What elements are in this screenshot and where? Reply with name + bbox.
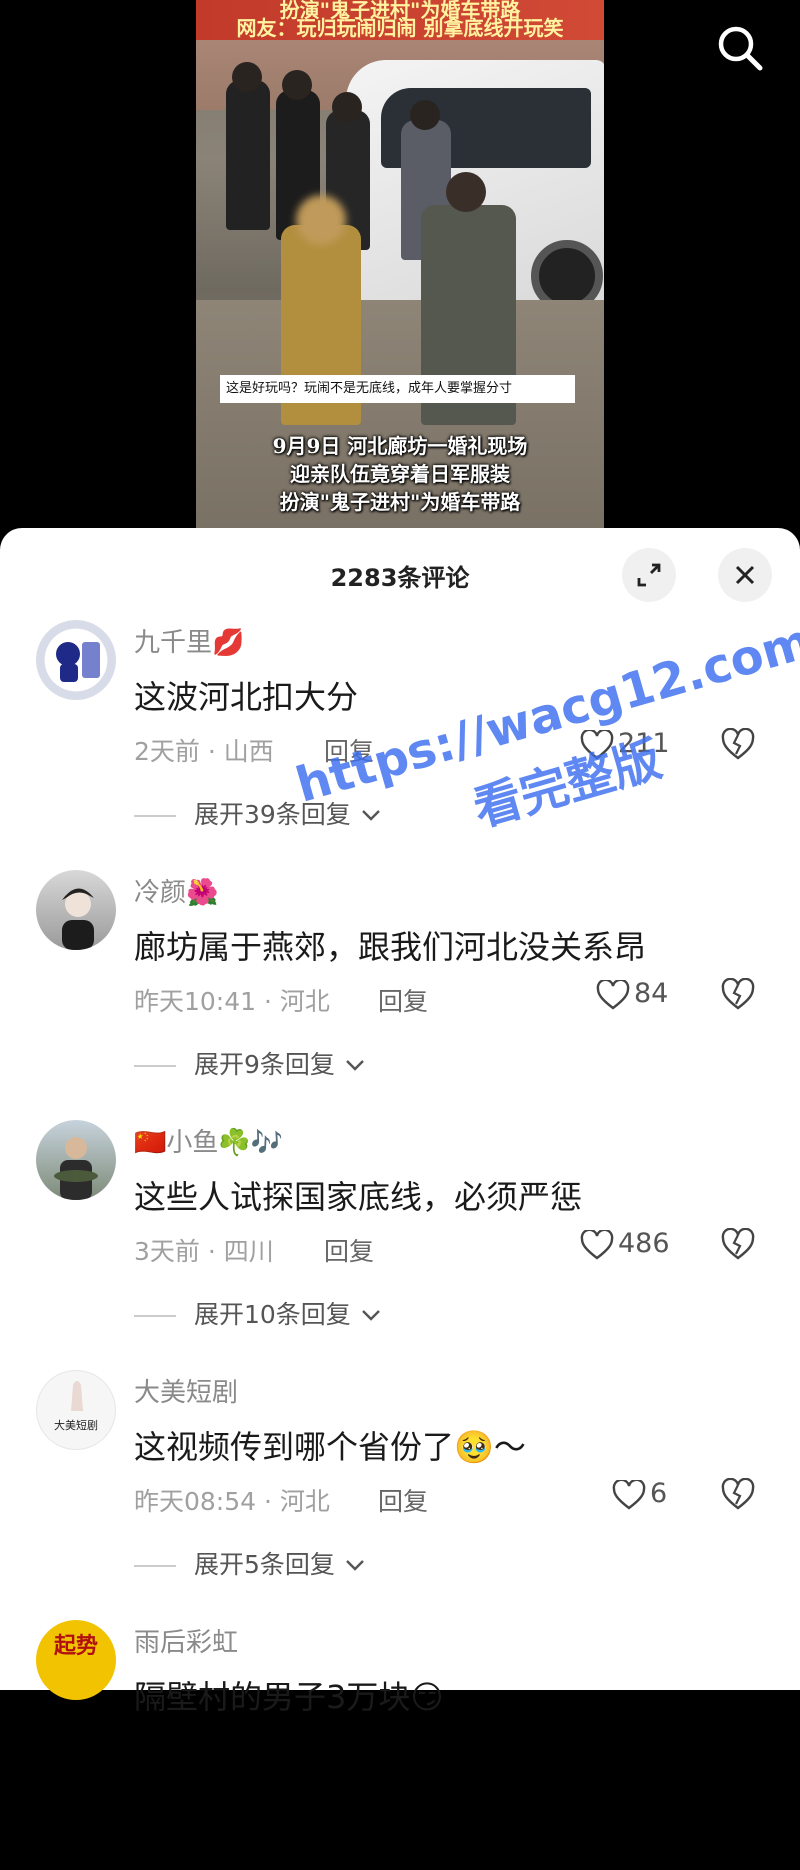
- comment-item: 大美短剧 大美短剧 这视频传到哪个省份了🥹～ 昨天08:54 · 河北 回复 6…: [0, 1370, 800, 1620]
- reply-button[interactable]: 回复: [378, 982, 428, 1018]
- comment-meta: 2天前 · 山西: [134, 737, 274, 766]
- cameraman-head: [446, 172, 486, 212]
- heart-icon: [612, 1478, 646, 1510]
- expand-replies-label: 展开10条回复: [194, 1300, 351, 1329]
- video-subtitle: 这是好玩吗？玩闹不是无底线，成年人要掌握分寸: [220, 375, 575, 403]
- heart-icon: [580, 1228, 614, 1260]
- expand-replies[interactable]: 展开10条回复: [134, 1295, 383, 1331]
- expand-icon: [637, 563, 661, 587]
- avatar-image: [56, 642, 100, 682]
- like-button[interactable]: 84: [596, 978, 668, 1010]
- comment-meta: 昨天08:54 · 河北: [134, 1487, 330, 1516]
- expand-button[interactable]: [622, 548, 676, 602]
- like-count: 486: [618, 1228, 670, 1259]
- bystander: [226, 80, 270, 230]
- avatar-label: 大美短剧: [54, 1419, 98, 1432]
- broken-heart-icon: [721, 1227, 755, 1260]
- comment-text: 廊坊属于燕郊，跟我们河北没关系昂: [134, 928, 647, 966]
- commenter-name[interactable]: 🇨🇳小鱼☘️🎶: [134, 1122, 283, 1159]
- video-caption-1: 9月9日 河北廊坊一婚礼现场: [272, 434, 528, 458]
- chevron-down-icon: [361, 1310, 380, 1321]
- video-top-caption-2: 网友：玩归玩闹归闹 别拿底线开玩笑: [236, 16, 564, 40]
- comment-text: 这些人试探国家底线，必须严惩: [134, 1178, 583, 1216]
- broken-heart-icon: [721, 1477, 755, 1510]
- expand-replies-label: 展开5条回复: [194, 1550, 335, 1579]
- close-icon: [735, 565, 755, 585]
- divider-dash: [134, 1315, 176, 1317]
- expand-replies[interactable]: 展开9条回复: [134, 1045, 367, 1081]
- chevron-down-icon: [346, 1060, 364, 1071]
- avatar[interactable]: 大美短剧: [36, 1370, 116, 1450]
- search-button[interactable]: [712, 20, 768, 76]
- avatar-image: [62, 888, 94, 950]
- video-player[interactable]: 扮演"鬼子进村"为婚车带路 网友：玩归玩闹归闹 别拿底线开玩笑 这是好玩吗？玩闹…: [0, 0, 800, 540]
- avatar-image: [71, 1381, 83, 1411]
- bystander-head: [232, 62, 262, 92]
- comment-meta: 昨天10:41 · 河北: [134, 987, 330, 1016]
- avatar[interactable]: 起势: [36, 1620, 116, 1700]
- close-button[interactable]: [718, 548, 772, 602]
- avatar[interactable]: [36, 1120, 116, 1200]
- avatar[interactable]: [36, 870, 116, 950]
- avatar-image: [54, 1137, 98, 1200]
- comment-text: 隔壁村的男子3万块😏: [134, 1678, 444, 1716]
- comment-item: 冷颜🌺 廊坊属于燕郊，跟我们河北没关系昂 昨天10:41 · 河北 回复 84 …: [0, 870, 800, 1120]
- comment-item: 起势 雨后彩虹 隔壁村的男子3万块😏: [0, 1620, 800, 1870]
- commenter-name[interactable]: 九千里💋: [134, 622, 244, 659]
- commenter-name[interactable]: 雨后彩虹: [134, 1622, 238, 1659]
- dislike-button[interactable]: [720, 1477, 756, 1514]
- video-caption-2: 迎亲队伍竟穿着日军服装: [290, 462, 510, 486]
- bystander-head: [332, 92, 362, 122]
- chevron-down-icon: [346, 1560, 364, 1571]
- broken-heart-icon: [721, 977, 755, 1010]
- comment-text: 这波河北扣大分: [134, 678, 359, 716]
- avatar-label: 起势: [53, 1633, 98, 1659]
- reply-button[interactable]: 回复: [324, 1232, 374, 1268]
- divider-dash: [134, 1565, 176, 1567]
- dislike-button[interactable]: [720, 977, 756, 1014]
- blurred-head: [296, 195, 346, 245]
- bystander-head: [282, 70, 312, 100]
- expand-replies[interactable]: 展开5条回复: [134, 1545, 367, 1581]
- search-icon: [718, 26, 763, 71]
- avatar[interactable]: [36, 620, 116, 700]
- like-count: 84: [634, 978, 669, 1009]
- comment-item: 🇨🇳小鱼☘️🎶 这些人试探国家底线，必须严惩 3天前 · 四川 回复 486 展…: [0, 1120, 800, 1370]
- heart-icon: [596, 978, 630, 1010]
- comment-text: 这视频传到哪个省份了🥹～: [134, 1428, 526, 1466]
- like-button[interactable]: 6: [612, 1478, 667, 1510]
- commenter-name[interactable]: 大美短剧: [134, 1372, 238, 1409]
- divider-dash: [134, 815, 176, 817]
- bystander-head: [410, 100, 440, 130]
- commenter-name[interactable]: 冷颜🌺: [134, 872, 218, 909]
- comment-meta: 3天前 · 四川: [134, 1237, 274, 1266]
- dislike-button[interactable]: [720, 1227, 756, 1264]
- like-button[interactable]: 486: [580, 1228, 670, 1260]
- reply-button[interactable]: 回复: [378, 1482, 428, 1518]
- video-frame[interactable]: 扮演"鬼子进村"为婚车带路 网友：玩归玩闹归闹 别拿底线开玩笑 这是好玩吗？玩闹…: [196, 0, 604, 528]
- divider-dash: [134, 1065, 176, 1067]
- comments-count-title: 2283条评论: [330, 564, 470, 592]
- video-caption-3: 扮演"鬼子进村"为婚车带路: [279, 490, 521, 514]
- expand-replies-label: 展开9条回复: [194, 1050, 335, 1079]
- like-count: 6: [650, 1478, 668, 1509]
